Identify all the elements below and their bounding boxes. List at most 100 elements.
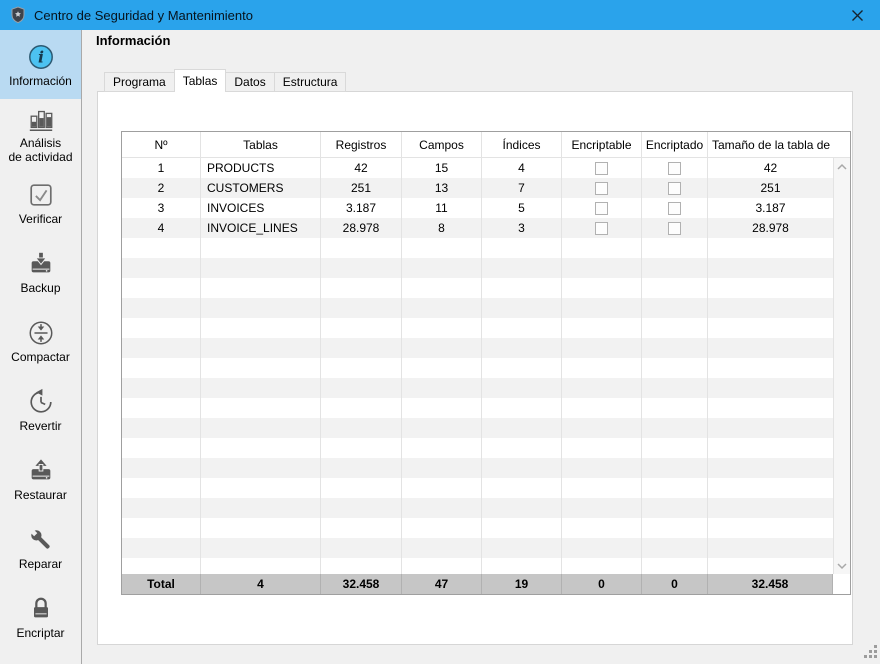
encriptado-checkbox[interactable] <box>668 182 681 195</box>
table-row[interactable]: 2CUSTOMERS251137251 <box>122 178 833 198</box>
empty-cell <box>708 478 833 498</box>
table-row[interactable]: 3INVOICES3.1871153.187 <box>122 198 833 218</box>
column-header-n: Nº <box>122 132 201 157</box>
empty-cell <box>482 318 562 338</box>
cell-fields: 8 <box>402 218 482 238</box>
sidebar-item-informacion[interactable]: iInformación <box>0 30 81 99</box>
empty-table-row[interactable] <box>122 278 833 298</box>
tab-programa[interactable]: Programa <box>104 72 175 92</box>
empty-cell <box>402 458 482 478</box>
encriptable-checkbox[interactable] <box>595 202 608 215</box>
empty-table-row[interactable] <box>122 318 833 338</box>
empty-cell <box>402 478 482 498</box>
empty-cell <box>201 538 321 558</box>
empty-cell <box>321 498 402 518</box>
empty-table-row[interactable] <box>122 258 833 278</box>
table-row[interactable]: 1PRODUCTS4215442 <box>122 158 833 178</box>
empty-cell <box>321 238 402 258</box>
empty-table-row[interactable] <box>122 458 833 478</box>
cell-records: 251 <box>321 178 402 198</box>
tab-estructura[interactable]: Estructura <box>274 72 347 92</box>
empty-cell <box>482 258 562 278</box>
empty-table-row[interactable] <box>122 238 833 258</box>
empty-cell <box>642 558 708 574</box>
empty-table-row[interactable] <box>122 298 833 318</box>
sidebar-item-revertir[interactable]: Revertir <box>0 375 81 444</box>
empty-cell <box>402 298 482 318</box>
scroll-up-button[interactable] <box>834 158 850 175</box>
empty-cell <box>402 398 482 418</box>
cell-size: 42 <box>708 158 833 178</box>
empty-cell <box>562 518 642 538</box>
empty-table-row[interactable] <box>122 378 833 398</box>
table-total-row: Total432.45847190032.458 <box>122 574 850 594</box>
empty-cell <box>122 498 201 518</box>
empty-table-row[interactable] <box>122 518 833 538</box>
empty-cell <box>201 478 321 498</box>
encriptable-checkbox[interactable] <box>595 162 608 175</box>
empty-cell <box>201 438 321 458</box>
empty-table-row[interactable] <box>122 338 833 358</box>
title-bar: Centro de Seguridad y Mantenimiento <box>0 0 880 30</box>
empty-table-row[interactable] <box>122 418 833 438</box>
cell-table-name: CUSTOMERS <box>201 178 321 198</box>
empty-table-row[interactable] <box>122 538 833 558</box>
encriptado-checkbox[interactable] <box>668 202 681 215</box>
sidebar-item-restaurar[interactable]: Restaurar <box>0 444 81 513</box>
empty-cell <box>402 278 482 298</box>
table-vertical-scrollbar[interactable] <box>833 158 850 574</box>
encriptado-checkbox[interactable] <box>668 162 681 175</box>
empty-cell <box>321 478 402 498</box>
empty-cell <box>482 478 562 498</box>
empty-cell <box>482 418 562 438</box>
total-cell-encriptable: 0 <box>562 574 642 594</box>
empty-table-row[interactable] <box>122 398 833 418</box>
empty-cell <box>122 338 201 358</box>
wrench-icon <box>27 524 55 556</box>
cell-size: 251 <box>708 178 833 198</box>
sidebar-item-verificar[interactable]: Verificar <box>0 168 81 237</box>
sidebar-item-encriptar[interactable]: Encriptar <box>0 582 81 651</box>
empty-cell <box>122 318 201 338</box>
total-cell-records: 32.458 <box>321 574 402 594</box>
table-row[interactable]: 4INVOICE_LINES28.9788328.978 <box>122 218 833 238</box>
empty-table-row[interactable] <box>122 358 833 378</box>
empty-cell <box>321 378 402 398</box>
empty-table-row[interactable] <box>122 438 833 458</box>
cell-fields: 13 <box>402 178 482 198</box>
encriptable-checkbox[interactable] <box>595 182 608 195</box>
table-rows-container: 1PRODUCTS42154422CUSTOMERS2511372513INVO… <box>122 158 850 574</box>
close-button[interactable] <box>834 0 880 30</box>
sidebar-item-label: Compactar <box>11 351 70 365</box>
encriptable-checkbox[interactable] <box>595 222 608 235</box>
empty-cell <box>321 538 402 558</box>
empty-cell <box>321 358 402 378</box>
empty-table-row[interactable] <box>122 558 833 574</box>
empty-cell <box>201 458 321 478</box>
tables-data-table: NºTablasRegistrosCamposÍndicesEncriptabl… <box>121 131 851 595</box>
total-row-scrollbar-gap <box>833 574 850 594</box>
empty-table-row[interactable] <box>122 498 833 518</box>
tab-datos[interactable]: Datos <box>225 72 274 92</box>
sidebar-item-reparar[interactable]: Reparar <box>0 513 81 582</box>
cell-encriptado <box>642 198 708 218</box>
sidebar-item-compactar[interactable]: Compactar <box>0 306 81 375</box>
sidebar-item-analisis[interactable]: Análisis de actividad <box>0 99 81 168</box>
empty-cell <box>482 298 562 318</box>
scroll-down-button[interactable] <box>834 557 850 574</box>
empty-cell <box>642 318 708 338</box>
empty-table-row[interactable] <box>122 478 833 498</box>
sidebar-item-backup[interactable]: Backup <box>0 237 81 306</box>
empty-cell <box>642 418 708 438</box>
drive-upload-icon <box>27 455 55 487</box>
svg-text:i: i <box>37 47 43 66</box>
window-resize-grip[interactable] <box>864 645 877 661</box>
encriptado-checkbox[interactable] <box>668 222 681 235</box>
empty-cell <box>201 498 321 518</box>
tab-tablas[interactable]: Tablas <box>174 69 227 92</box>
empty-cell <box>482 498 562 518</box>
empty-cell <box>122 278 201 298</box>
empty-cell <box>708 418 833 438</box>
empty-cell <box>642 438 708 458</box>
empty-cell <box>482 338 562 358</box>
